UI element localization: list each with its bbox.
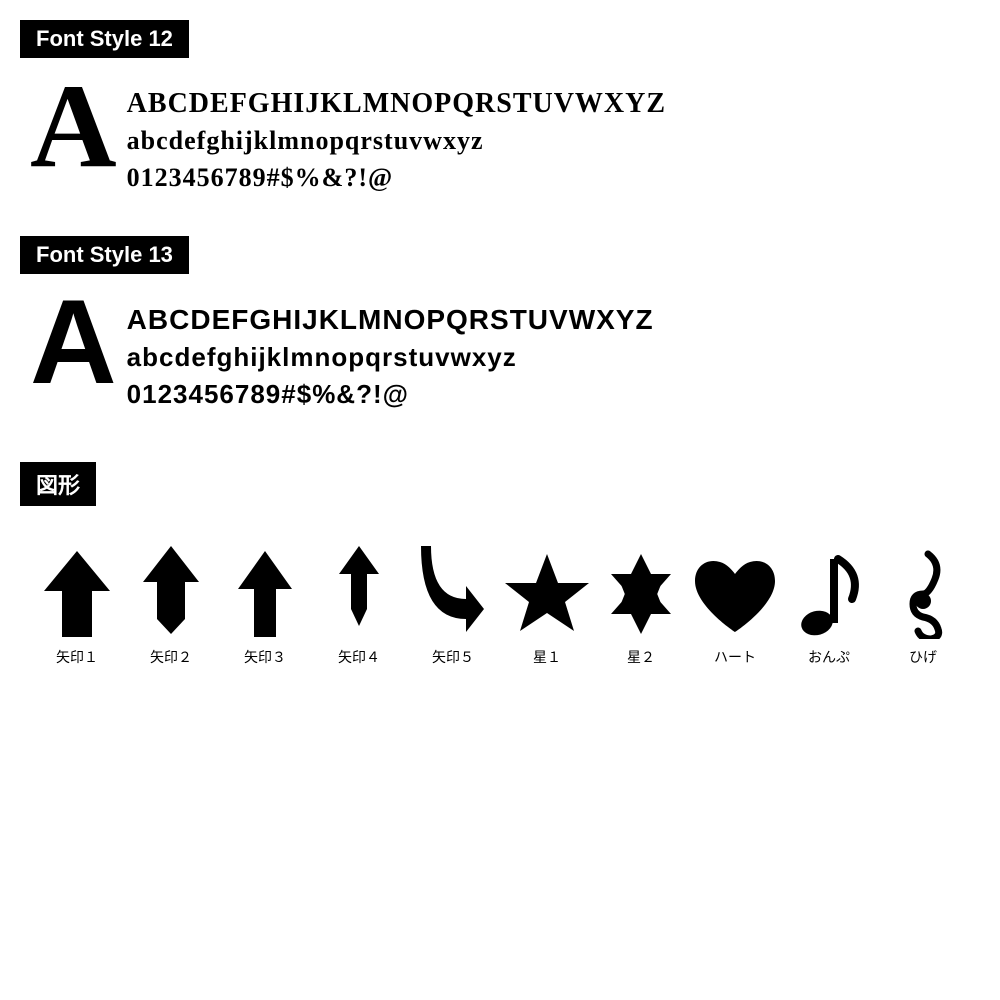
arrow2-label: 矢印２: [150, 647, 192, 667]
star2-icon: [596, 549, 686, 639]
arrow4-label: 矢印４: [338, 647, 380, 667]
font13-header: Font Style 13: [20, 236, 189, 274]
star1-label: 星１: [533, 647, 561, 667]
figure-mustache: ひげ: [876, 549, 970, 667]
font12-header: Font Style 12: [20, 20, 189, 58]
figures-grid: 矢印１ 矢印２ 矢印３: [20, 524, 980, 667]
heart-label: ハート: [714, 647, 756, 667]
font13-lowercase: abcdefghijklmnopqrstuvwxyz: [127, 339, 654, 375]
star2-label: 星２: [627, 647, 655, 667]
font12-uppercase: ABCDEFGHIJKLMNOPQRSTUVWXYZ: [127, 84, 666, 123]
heart-icon: [690, 554, 780, 639]
figure-heart: ハート: [688, 554, 782, 667]
figure-arrow1: 矢印１: [30, 549, 124, 667]
font-style-13-section: Font Style 13 A ABCDEFGHIJKLMNOPQRSTUVWX…: [20, 236, 980, 412]
note-label: おんぷ: [808, 647, 850, 667]
arrow5-icon: [421, 544, 486, 639]
mustache-icon: [903, 549, 943, 639]
font13-chars: ABCDEFGHIJKLMNOPQRSTUVWXYZ abcdefghijklm…: [127, 292, 654, 412]
arrow5-label: 矢印５: [432, 647, 474, 667]
figure-arrow3: 矢印３: [218, 549, 312, 667]
arrow3-icon: [238, 549, 293, 639]
mustache-label: ひげ: [909, 647, 937, 667]
arrow4-icon: [337, 544, 382, 639]
font13-big-a: A: [30, 282, 117, 402]
arrow1-label: 矢印１: [56, 647, 98, 667]
font12-lowercase: abcdefghijklmnopqrstuvwxyz: [127, 123, 666, 159]
figure-star1: 星１: [500, 549, 594, 667]
arrow2-icon: [141, 544, 201, 639]
figure-star2: 星２: [594, 549, 688, 667]
star1-icon: [502, 549, 592, 639]
figure-note: おんぷ: [782, 549, 876, 667]
figures-header: 図形: [20, 462, 96, 506]
font13-uppercase: ABCDEFGHIJKLMNOPQRSTUVWXYZ: [127, 300, 654, 339]
arrow1-icon: [42, 549, 112, 639]
arrow3-label: 矢印３: [244, 647, 286, 667]
figures-section: 図形 矢印１ 矢印２: [20, 462, 980, 667]
font12-big-a: A: [30, 66, 117, 186]
font13-numbers: 0123456789#$%&?!@: [127, 376, 654, 412]
figure-arrow5: 矢印５: [406, 544, 500, 667]
font12-numbers: 0123456789#$%&?!@: [127, 160, 666, 196]
font12-chars: ABCDEFGHIJKLMNOPQRSTUVWXYZ abcdefghijklm…: [127, 76, 666, 196]
font-style-12-section: Font Style 12 A ABCDEFGHIJKLMNOPQRSTUVWX…: [20, 20, 980, 196]
note-icon: [797, 549, 862, 639]
figure-arrow4: 矢印４: [312, 544, 406, 667]
page: Font Style 12 A ABCDEFGHIJKLMNOPQRSTUVWX…: [0, 0, 1000, 697]
figure-arrow2: 矢印２: [124, 544, 218, 667]
font12-sample: A ABCDEFGHIJKLMNOPQRSTUVWXYZ abcdefghijk…: [20, 76, 980, 196]
font13-sample: A ABCDEFGHIJKLMNOPQRSTUVWXYZ abcdefghijk…: [20, 292, 980, 412]
